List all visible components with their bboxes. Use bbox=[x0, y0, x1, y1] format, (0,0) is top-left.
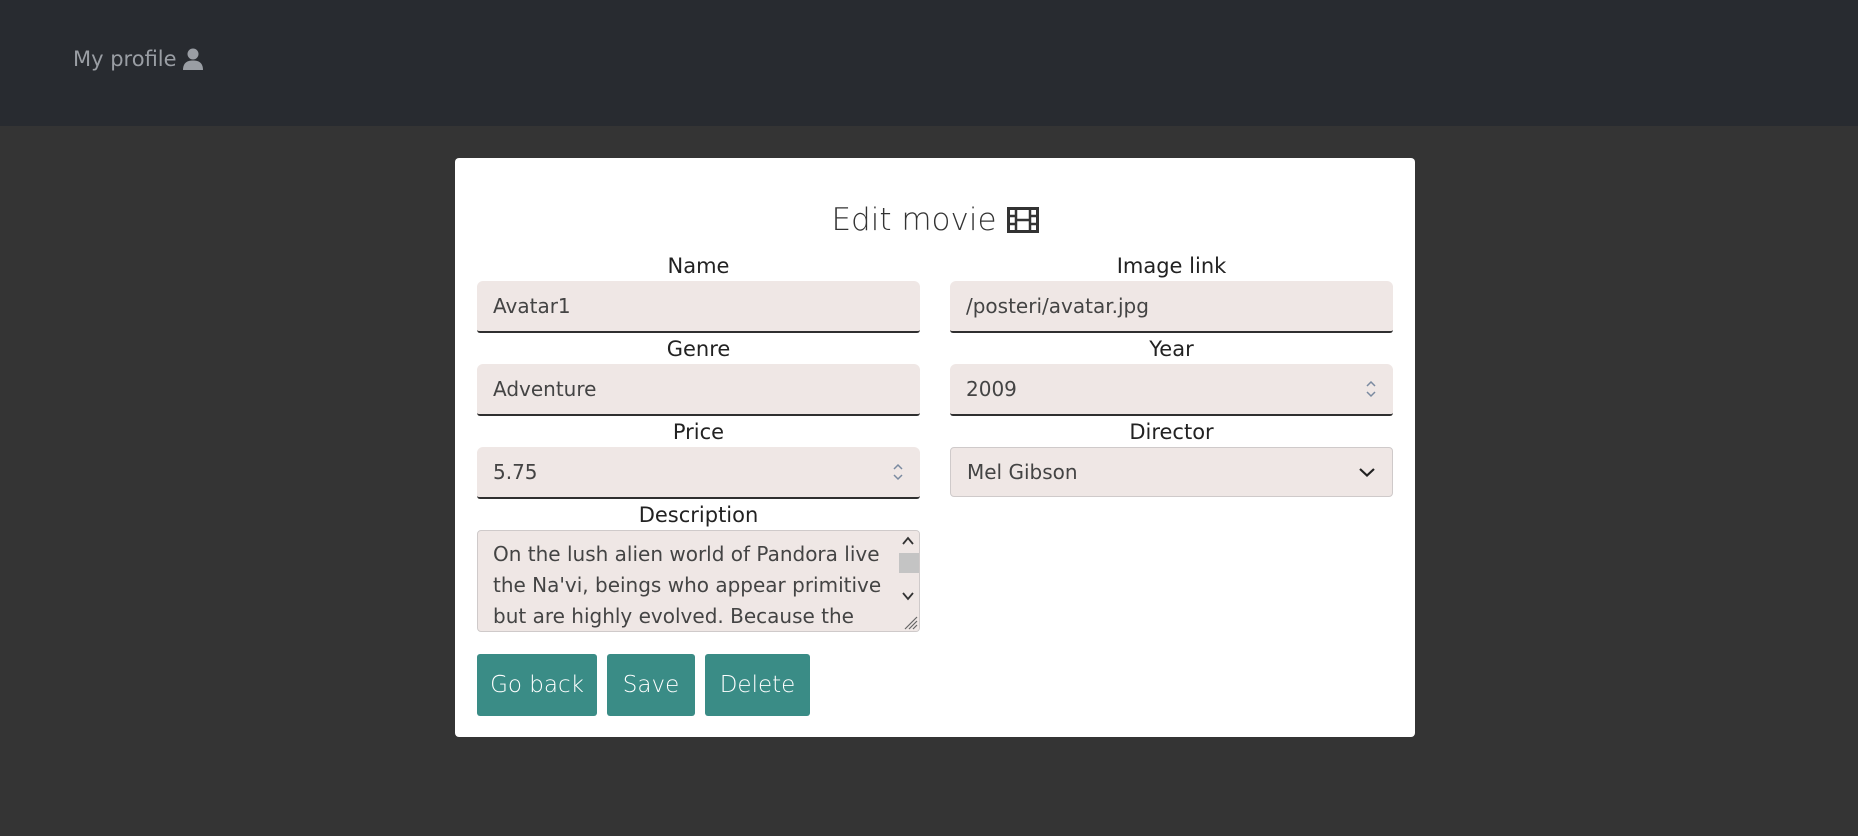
delete-button[interactable]: Delete bbox=[705, 654, 810, 716]
film-icon bbox=[1006, 207, 1039, 233]
director-field-group: Director Mel Gibson bbox=[950, 419, 1393, 497]
year-label: Year bbox=[1149, 337, 1194, 361]
genre-input[interactable]: Adventure bbox=[477, 364, 920, 416]
my-profile-label: My profile bbox=[73, 47, 177, 71]
scroll-up-icon[interactable] bbox=[901, 534, 915, 548]
spinner-arrows-icon bbox=[893, 463, 903, 481]
genre-label: Genre bbox=[666, 337, 731, 361]
year-input[interactable]: 2009 bbox=[950, 364, 1393, 416]
name-value: Avatar1 bbox=[493, 294, 571, 318]
price-spinner[interactable] bbox=[892, 461, 904, 483]
navbar: My profile bbox=[0, 0, 1858, 126]
spinner-arrows-icon bbox=[1366, 380, 1376, 398]
page-title: Edit movie bbox=[455, 202, 1415, 238]
image-link-field-group: Image link /posteri/avatar.jpg bbox=[950, 253, 1393, 333]
chevron-down-icon bbox=[1359, 468, 1375, 478]
price-input[interactable]: 5.75 bbox=[477, 447, 920, 499]
price-value: 5.75 bbox=[493, 460, 538, 484]
year-value: 2009 bbox=[966, 377, 1017, 401]
page-title-text: Edit movie bbox=[831, 202, 997, 238]
scroll-down-icon[interactable] bbox=[901, 589, 915, 603]
image-link-value: /posteri/avatar.jpg bbox=[966, 294, 1149, 318]
scroll-thumb[interactable] bbox=[899, 553, 919, 573]
price-field-group: Price 5.75 bbox=[477, 419, 920, 499]
price-label: Price bbox=[672, 420, 725, 444]
edit-movie-card: Edit movie Name Avatar1 Image link /post… bbox=[455, 158, 1415, 737]
name-input[interactable]: Avatar1 bbox=[477, 281, 920, 333]
genre-field-group: Genre Adventure bbox=[477, 336, 920, 416]
name-label: Name bbox=[667, 254, 730, 278]
resize-grip-icon[interactable] bbox=[902, 614, 918, 630]
director-label: Director bbox=[1129, 420, 1214, 444]
year-field-group: Year 2009 bbox=[950, 336, 1393, 416]
user-icon bbox=[182, 48, 203, 70]
description-textarea[interactable]: On the lush alien world of Pandora live … bbox=[477, 530, 920, 632]
go-back-button[interactable]: Go back bbox=[477, 654, 597, 716]
description-field-group: Description On the lush alien world of P… bbox=[477, 502, 920, 632]
genre-value: Adventure bbox=[493, 377, 597, 401]
image-link-label: Image link bbox=[1116, 254, 1227, 278]
director-value: Mel Gibson bbox=[967, 460, 1078, 484]
description-value: On the lush alien world of Pandora live … bbox=[493, 542, 882, 628]
director-select[interactable]: Mel Gibson bbox=[950, 447, 1393, 497]
my-profile-link[interactable]: My profile bbox=[73, 47, 203, 71]
image-link-input[interactable]: /posteri/avatar.jpg bbox=[950, 281, 1393, 333]
name-field-group: Name Avatar1 bbox=[477, 253, 920, 333]
save-button[interactable]: Save bbox=[607, 654, 695, 716]
description-label: Description bbox=[638, 503, 759, 527]
year-spinner[interactable] bbox=[1365, 378, 1377, 400]
